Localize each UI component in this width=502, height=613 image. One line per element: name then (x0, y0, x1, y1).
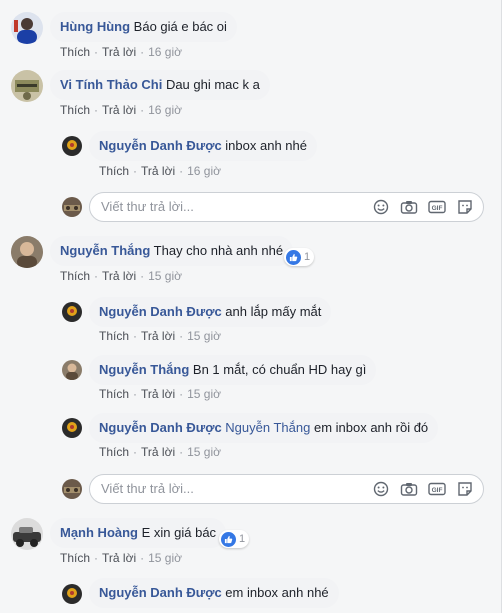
reply-link[interactable]: Trả lời (141, 329, 175, 343)
svg-text:GIF: GIF (432, 205, 443, 212)
timestamp[interactable]: 15 giờ (148, 269, 182, 283)
reaction-count[interactable]: 1 (219, 530, 250, 548)
reply-actions: Thích · Trả lời · 15 giờ (99, 387, 221, 401)
reply-bubble: Nguyễn Danh Được Nguyễn Thắng em inbox a… (89, 413, 439, 443)
like-link[interactable]: Thích (99, 164, 129, 178)
comment-text: anh lắp mấy mắt (225, 304, 322, 319)
avatar[interactable] (62, 418, 82, 438)
avatar[interactable] (62, 360, 82, 380)
gif-icon[interactable]: GIF (428, 481, 446, 497)
reply-placeholder: Viết thư trả lời... (101, 481, 194, 496)
svg-text:GIF: GIF (432, 487, 443, 494)
comment-text: Thay cho nhà anh nhé (153, 243, 284, 258)
avatar[interactable] (11, 12, 43, 44)
like-link[interactable]: Thích (99, 445, 129, 459)
thumbs-up-icon (221, 531, 236, 547)
timestamp[interactable]: 16 giờ (187, 164, 221, 178)
like-link[interactable]: Thích (99, 387, 129, 401)
commenter-name[interactable]: Mạnh Hoàng (60, 525, 138, 540)
reply-link[interactable]: Trả lời (102, 103, 136, 117)
gif-icon[interactable]: GIF (428, 199, 446, 215)
comment-bubble: Nguyễn Thắng Thay cho nhà anh nhé (50, 236, 294, 266)
avatar[interactable] (11, 518, 43, 550)
avatar (62, 479, 82, 499)
reply-link[interactable]: Trả lời (102, 45, 136, 59)
comment-text: E xin giá bác (141, 525, 217, 540)
sticker-icon[interactable] (456, 481, 474, 497)
comment-actions: Thích · Trả lời · 16 giờ (60, 103, 182, 117)
commenter-name[interactable]: Vi Tính Thảo Chi (60, 77, 162, 92)
comment-text: inbox anh nhé (225, 138, 307, 153)
comment-bubble: Mạnh Hoàng E xin giá bác (50, 518, 227, 548)
camera-icon[interactable] (400, 481, 418, 497)
smiley-icon[interactable] (372, 481, 390, 497)
reply-actions: Thích · Trả lời · 15 giờ (99, 445, 221, 459)
comments-panel: Hùng Hùng Báo giá e bác oi Thích · Trả lời… (0, 0, 502, 613)
comment-actions: Thích · Trả lời · 15 giờ (60, 269, 182, 283)
like-link[interactable]: Thích (99, 329, 129, 343)
like-link[interactable]: Thích (60, 45, 90, 59)
avatar[interactable] (62, 584, 82, 604)
commenter-name[interactable]: Nguyễn Danh Được (99, 420, 222, 435)
like-link[interactable]: Thích (60, 103, 90, 117)
timestamp[interactable]: 15 giờ (187, 387, 221, 401)
thumbs-up-icon (286, 249, 301, 265)
camera-icon[interactable] (400, 199, 418, 215)
reply-bubble: Nguyễn Danh Được em inbox anh nhé (89, 578, 339, 608)
reply-bubble: Nguyễn Thắng Bn 1 mắt, có chuẩn HD hay g… (89, 355, 377, 385)
reply-input[interactable]: Viết thư trả lời... GIF (89, 474, 484, 504)
reply-actions: Thích · Trả lời · 16 giờ (99, 164, 221, 178)
comment-text: em inbox anh nhé (225, 585, 329, 600)
reply-actions: Thích · Trả lời · 15 giờ (99, 329, 221, 343)
mention-link[interactable]: Nguyễn Thắng (225, 420, 310, 435)
comment-text: Dau ghi mac k a (165, 77, 260, 92)
reply-bubble: Nguyễn Danh Được anh lắp mấy mắt (89, 297, 332, 327)
avatar[interactable] (11, 70, 43, 102)
reply-link[interactable]: Trả lời (102, 551, 136, 565)
reaction-number: 1 (304, 251, 311, 263)
comment-bubble: Hùng Hùng Báo giá e bác oi (50, 12, 237, 42)
commenter-name[interactable]: Hùng Hùng (60, 19, 130, 34)
comment-bubble: Vi Tính Thảo Chi Dau ghi mac k a (50, 70, 270, 100)
sticker-icon[interactable] (456, 199, 474, 215)
timestamp[interactable]: 16 giờ (148, 103, 182, 117)
commenter-name[interactable]: Nguyễn Danh Được (99, 585, 222, 600)
reply-placeholder: Viết thư trả lời... (101, 199, 194, 214)
commenter-name[interactable]: Nguyễn Danh Được (99, 304, 222, 319)
reply-link[interactable]: Trả lời (102, 269, 136, 283)
reaction-number: 1 (239, 533, 246, 545)
like-link[interactable]: Thích (60, 551, 90, 565)
timestamp[interactable]: 15 giờ (148, 551, 182, 565)
timestamp[interactable]: 15 giờ (187, 445, 221, 459)
commenter-name[interactable]: Nguyễn Danh Được (99, 138, 222, 153)
comment-text: Bn 1 mắt, có chuẩn HD hay gì (192, 362, 367, 377)
timestamp[interactable]: 16 giờ (148, 45, 182, 59)
comment-text: Báo giá e bác oi (133, 19, 227, 34)
avatar[interactable] (11, 236, 43, 268)
reply-input[interactable]: Viết thư trả lời... GIF (89, 192, 484, 222)
commenter-name[interactable]: Nguyễn Thắng (99, 362, 189, 377)
avatar[interactable] (62, 136, 82, 156)
like-link[interactable]: Thích (60, 269, 90, 283)
reaction-count[interactable]: 1 (284, 248, 315, 266)
avatar (62, 197, 82, 217)
avatar[interactable] (62, 302, 82, 322)
comment-text: em inbox anh rồi đó (313, 420, 429, 435)
timestamp[interactable]: 15 giờ (187, 329, 221, 343)
reply-bubble: Nguyễn Danh Được inbox anh nhé (89, 131, 317, 161)
comment-actions: Thích · Trả lời · 16 giờ (60, 45, 182, 59)
reply-link[interactable]: Trả lời (141, 445, 175, 459)
comment-actions: Thích · Trả lời · 15 giờ (60, 551, 182, 565)
reply-link[interactable]: Trả lời (141, 387, 175, 401)
reply-link[interactable]: Trả lời (141, 164, 175, 178)
commenter-name[interactable]: Nguyễn Thắng (60, 243, 150, 258)
smiley-icon[interactable] (372, 199, 390, 215)
